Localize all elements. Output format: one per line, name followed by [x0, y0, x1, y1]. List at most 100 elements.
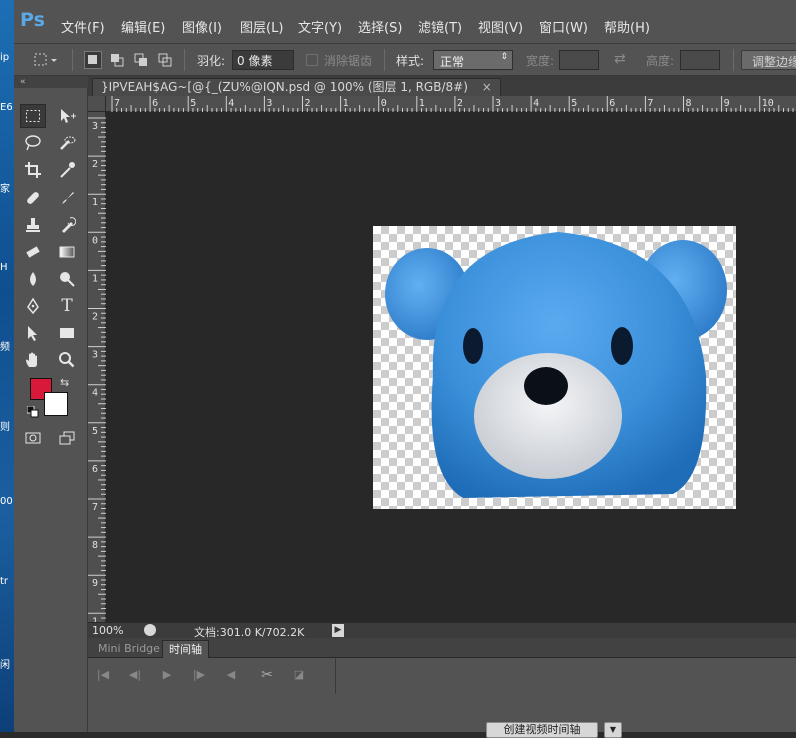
eraser-tool[interactable] [20, 240, 46, 264]
menu-layer[interactable]: 图层(L) [240, 17, 283, 36]
marquee-preset-icon [34, 53, 57, 66]
type-tool[interactable]: T [54, 294, 80, 318]
ruler-label: 6 [92, 464, 98, 475]
zoom-level[interactable]: 100% [92, 624, 123, 637]
ruler-label: 3 [92, 350, 98, 361]
move-tool[interactable] [54, 104, 80, 128]
close-icon[interactable]: × [482, 80, 492, 94]
document-tab-bar: }IPVEAH$AG~[@{_(ZU%@IQN.psd @ 100% (图层 1… [88, 76, 796, 96]
background-color-swatch[interactable] [44, 392, 68, 416]
vertical-ruler[interactable]: 32101234567891 [88, 112, 106, 622]
menu-select[interactable]: 选择(S) [358, 17, 402, 36]
create-timeline-dropdown-icon[interactable]: ▼ [604, 722, 622, 738]
eyedropper-tool[interactable] [54, 158, 80, 182]
play-icon[interactable]: ▶ [158, 666, 176, 684]
path-selection-tool[interactable] [20, 321, 46, 345]
status-menu-arrow-icon[interactable]: ▶ [332, 624, 344, 637]
ruler-label: 7 [114, 98, 120, 109]
updown-icon: ⇕ [500, 52, 508, 62]
style-label: 样式: [396, 54, 425, 68]
ruler-label: 5 [571, 98, 577, 109]
gradient-tool[interactable] [54, 240, 80, 264]
refine-edge-button[interactable]: 调整边缘 [741, 50, 796, 70]
ruler-label: 2 [92, 159, 98, 170]
quick-mask-icon[interactable] [20, 426, 46, 450]
next-frame-icon[interactable]: |▶ [190, 666, 208, 684]
document-canvas[interactable] [373, 226, 736, 509]
quick-selection-tool[interactable] [54, 131, 80, 155]
ruler-label: 7 [647, 98, 653, 109]
ruler-label: 1 [419, 98, 425, 109]
create-video-timeline-button[interactable]: 创建视频时间轴 [486, 722, 598, 738]
ruler-label: 8 [686, 98, 692, 109]
ruler-label: 1 [92, 197, 98, 208]
width-input[interactable] [559, 50, 599, 70]
menu-bar: Ps 文件(F) 编辑(E) 图像(I) 图层(L) 文字(Y) 选择(S) 滤… [14, 0, 796, 44]
menu-view[interactable]: 视图(V) [478, 17, 523, 36]
antialias-checkbox[interactable] [306, 54, 318, 66]
brush-tool[interactable] [54, 186, 80, 210]
default-colors-icon[interactable] [26, 405, 39, 421]
intersect-selection-icon[interactable] [156, 51, 174, 69]
menu-file[interactable]: 文件(F) [61, 17, 105, 36]
dodge-tool[interactable] [54, 267, 80, 291]
document-tab[interactable]: }IPVEAH$AG~[@{_(ZU%@IQN.psd @ 100% (图层 1… [92, 78, 501, 96]
vertical-ruler-ticks: 32101234567891 [88, 117, 106, 622]
screen-mode-icon[interactable] [54, 426, 80, 450]
width-label: 宽度: [526, 54, 555, 68]
menu-window[interactable]: 窗口(W) [539, 17, 588, 36]
ruler-label: 9 [724, 98, 730, 109]
menu-image[interactable]: 图像(I) [182, 17, 222, 36]
horizontal-ruler[interactable]: 7 6 5 4 3 2 1 0 1 2 3 4 5 6 7 8 9 10 [106, 96, 796, 112]
height-label: 高度: [646, 54, 675, 68]
tab-timeline[interactable]: 时间轴 [162, 640, 209, 658]
panel-tabs: Mini Bridge 时间轴 [88, 638, 796, 658]
blur-tool[interactable] [20, 267, 46, 291]
ruler-label: 3 [266, 98, 272, 109]
rectangle-tool[interactable] [54, 321, 80, 345]
menu-help[interactable]: 帮助(H) [604, 17, 650, 36]
swap-icon[interactable]: ⇄ [614, 51, 626, 67]
history-brush-tool[interactable] [54, 213, 80, 237]
desktop-label: 00 [0, 496, 13, 507]
ruler-label: 3 [495, 98, 501, 109]
transition-icon[interactable]: ◪ [290, 666, 308, 684]
desktop-label: E6 [0, 102, 13, 113]
style-select[interactable]: 正常 ⇕ [433, 50, 513, 70]
ruler-label: 2 [92, 312, 98, 323]
feather-label: 羽化: [197, 54, 226, 68]
add-to-selection-icon[interactable] [108, 51, 126, 69]
crop-tool[interactable] [20, 158, 46, 182]
subtract-from-selection-icon[interactable] [132, 51, 150, 69]
hand-tool[interactable] [20, 348, 46, 372]
menu-edit[interactable]: 编辑(E) [121, 17, 165, 36]
ruler-origin[interactable] [88, 96, 106, 112]
collapse-icon[interactable]: « [14, 76, 88, 88]
ruler-label: 0 [381, 98, 387, 109]
rectangular-marquee-tool[interactable] [20, 104, 46, 128]
lasso-tool[interactable] [20, 131, 46, 155]
bear-head-image [385, 232, 727, 498]
zoom-tool[interactable] [54, 348, 80, 372]
ruler-label: 1 [343, 98, 349, 109]
swap-colors-icon[interactable]: ⇆ [60, 376, 69, 389]
status-info-icon[interactable] [144, 624, 156, 636]
horizontal-ruler-ticks: 7 6 5 4 3 2 1 0 1 2 3 4 5 6 7 8 9 10 [111, 96, 794, 112]
tab-mini-bridge[interactable]: Mini Bridge [92, 640, 166, 658]
audio-icon[interactable]: ◀ [222, 666, 240, 684]
previous-frame-icon[interactable]: ◀| [126, 666, 144, 684]
photoshop-logo: Ps [20, 9, 45, 31]
menu-filter[interactable]: 滤镜(T) [418, 17, 462, 36]
first-frame-icon[interactable]: |◀ [94, 666, 112, 684]
menu-type[interactable]: 文字(Y) [298, 17, 342, 36]
ruler-label: 5 [190, 98, 196, 109]
ruler-label: 4 [228, 98, 234, 109]
feather-input[interactable] [232, 50, 294, 70]
height-input[interactable] [680, 50, 720, 70]
tool-preset-picker[interactable] [24, 50, 58, 70]
healing-brush-tool[interactable] [20, 186, 46, 210]
clone-stamp-tool[interactable] [20, 213, 46, 237]
split-scissors-icon[interactable]: ✂ [258, 666, 276, 684]
new-selection-icon[interactable] [84, 51, 102, 69]
pen-tool[interactable] [20, 294, 46, 318]
